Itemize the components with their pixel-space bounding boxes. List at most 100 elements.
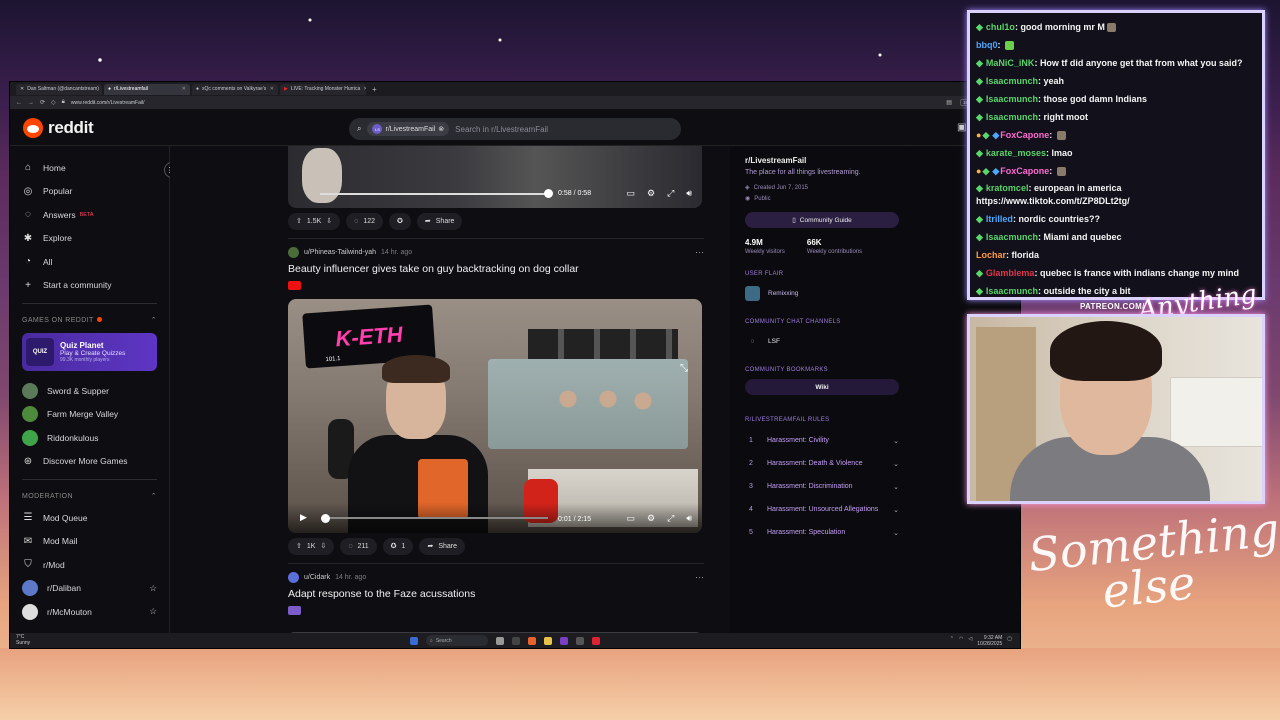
sub-badge-icon: ◆ [976,112,983,122]
app-icon[interactable] [560,636,568,645]
tray-chevron-icon[interactable]: ⌃ [950,636,954,647]
sidebar-item-popular[interactable]: ◎ Popular [22,180,157,204]
user-avatar[interactable] [288,246,299,258]
taskbar-search[interactable]: ⌕ Search [426,635,488,646]
upvote-icon[interactable]: ⇧ [296,217,302,225]
close-tab-icon[interactable]: ✕ [363,86,366,92]
advertise-icon[interactable]: ▣ [957,122,966,133]
firefox-icon[interactable] [528,636,536,645]
fullscreen-icon[interactable]: ⤢ [667,513,674,524]
captions-icon[interactable]: ▭ [627,188,636,199]
sidebar-r-daliban[interactable]: r/Daliban ☆ [22,577,157,601]
chat-channel-lsf[interactable]: ◌ LSF [745,331,899,351]
user-flair[interactable]: Remixxing [745,283,899,303]
downvote-icon[interactable]: ⇩ [320,542,326,550]
captions-icon[interactable]: ▭ [627,513,636,524]
notification-icon[interactable]: ▢ [1007,636,1012,647]
sidebar-r-mod[interactable]: ⛉ r/Mod [22,553,157,577]
clear-chip-icon[interactable]: ⊗ [438,125,444,133]
sidebar-game-farm-merge[interactable]: Farm Merge Valley [22,403,157,427]
downvote-icon[interactable]: ⇩ [326,217,332,225]
speaker-icon[interactable]: ◁ [968,636,972,647]
sidebar-item-explore[interactable]: ✱ Explore [22,227,157,251]
reader-icon[interactable]: ▤ [946,99,952,106]
rule-item[interactable]: 3 Harassment: Discrimination ⌄ [745,475,899,498]
award-button[interactable]: ✪ 1 [382,537,414,555]
back-icon[interactable]: ← [16,100,22,106]
volume-icon[interactable]: 🔊︎ [686,188,692,199]
share-button[interactable]: ➦ Share [416,212,463,230]
volume-icon[interactable]: 🔊︎ [686,513,692,524]
folder-icon[interactable] [544,636,552,645]
expand-icon[interactable]: ⤡ [680,363,688,374]
post-title[interactable]: Adapt response to the Faze acussations [288,588,704,602]
taskview-icon[interactable] [496,636,504,645]
previous-post-video[interactable]: 0:58 / 0:58 ▭ ⚙ ⤢ 🔊︎ [288,146,702,208]
sidebar-game-sword-supper[interactable]: Sword & Supper [22,379,157,403]
browser-tab-active[interactable]: ● r/Livestreamfail ✕ [104,83,190,95]
sidebar-r-mcmouton[interactable]: r/McMouton ☆ [22,600,157,624]
sidebar-game-riddonkulous[interactable]: Riddonkulous [22,426,157,450]
more-options-icon[interactable]: ··· [695,247,704,257]
obs-icon[interactable] [576,636,584,645]
weather-widget[interactable]: 7°C Sunny [16,634,30,646]
wifi-icon[interactable]: ◠ [959,636,963,647]
patreon-link-text: PATREON.COM/ [1080,302,1145,311]
search-input[interactable]: Search in r/LivestreamFail [455,125,548,134]
terminal-icon[interactable] [512,636,520,645]
play-icon[interactable]: ▶ [300,512,307,523]
sidebar-item-start-community[interactable]: + Start a community [22,274,157,298]
forward-icon[interactable]: → [28,100,34,106]
rule-item[interactable]: 5 Harassment: Speculation ⌄ [745,521,899,544]
post-video-player[interactable]: K-ETH 101.1 ⤡ ▶ 0:01 / 2:15 ▭ ⚙ ⤢ 🔊︎ [288,299,702,533]
comments-button[interactable]: ◌ 211 [340,537,377,555]
clock[interactable]: 9:32 AM 10/28/2025 [977,635,1002,647]
award-button[interactable]: ✪ [389,212,411,230]
share-button[interactable]: ➦ Share [419,537,465,555]
rule-item[interactable]: 1 Harassment: Civility ⌄ [745,429,899,452]
user-avatar[interactable] [288,571,299,583]
sidebar-item-all[interactable]: ◔ All [22,250,157,274]
close-tab-icon[interactable]: ✕ [182,86,186,92]
video-scrubber[interactable] [321,514,330,523]
sidebar-discover-games[interactable]: ⊛ Discover More Games [22,450,157,474]
video-progress-track[interactable] [328,517,548,519]
quiz-planet-card[interactable]: QUIZ Quiz Planet Play & Create Quizzes 9… [22,333,157,371]
community-guide-button[interactable]: ▯ Community Guide [745,212,899,228]
new-tab-button[interactable]: + [368,85,381,94]
shield-icon[interactable]: ◇ [51,99,56,106]
settings-gear-icon[interactable]: ⚙ [647,188,655,199]
upvote-icon[interactable]: ⇧ [296,542,302,550]
search-bar[interactable]: ⌕ LS r/LivestreamFail ⊗ Search in r/Live… [349,118,681,140]
sidebar-item-answers[interactable]: ◌ Answers BETA [22,203,157,227]
more-options-icon[interactable]: ··· [695,572,704,582]
favorite-star-icon[interactable]: ☆ [149,583,157,594]
browser-tab[interactable]: ▶ LIVE: Tracking Monster Hurrica ✕ [280,83,366,95]
windows-start-icon[interactable] [410,636,418,645]
sidebar-mod-mail[interactable]: ✉ Mod Mail [22,530,157,554]
rule-item[interactable]: 2 Harassment: Death & Violence ⌄ [745,452,899,475]
reload-icon[interactable]: ⟳ [40,99,45,106]
post-title[interactable]: Beauty influencer gives take on guy back… [288,263,704,277]
video-progress-track[interactable] [320,193,548,195]
comments-button[interactable]: ◌ 122 [346,212,384,230]
reddit-logo[interactable]: reddit [23,117,94,138]
games-section-header[interactable]: GAMES ON REDDIT ⌃ [22,310,157,330]
rule-item[interactable]: 4 Harassment: Unsourced Allegations ⌄ [745,498,899,521]
url-field[interactable]: www.reddit.com/r/LivestreamFail/ [71,100,145,106]
close-tab-icon[interactable]: ✕ [270,86,274,92]
settings-gear-icon[interactable]: ⚙ [647,513,655,524]
search-community-chip[interactable]: LS r/LivestreamFail ⊗ [367,122,450,136]
app-icon[interactable] [592,636,600,645]
post-author[interactable]: u/Cidark [304,574,330,581]
fullscreen-icon[interactable]: ⤢ [667,188,674,199]
moderation-section-header[interactable]: MODERATION ⌃ [22,486,157,506]
browser-tab[interactable]: ● xQc comments on Valkyrae's ✕ [192,83,278,95]
video-scrubber[interactable] [544,189,553,198]
browser-tab[interactable]: ✕Dan Saltman (@dancantstream)✕ [16,83,102,95]
sidebar-mod-queue[interactable]: ☰ Mod Queue [22,506,157,530]
post-author[interactable]: u/Phineas-Tailwind-yah [304,249,376,256]
favorite-star-icon[interactable]: ☆ [149,606,157,617]
sidebar-item-home[interactable]: ⌂ Home [22,156,157,180]
wiki-button[interactable]: Wiki [745,379,899,395]
